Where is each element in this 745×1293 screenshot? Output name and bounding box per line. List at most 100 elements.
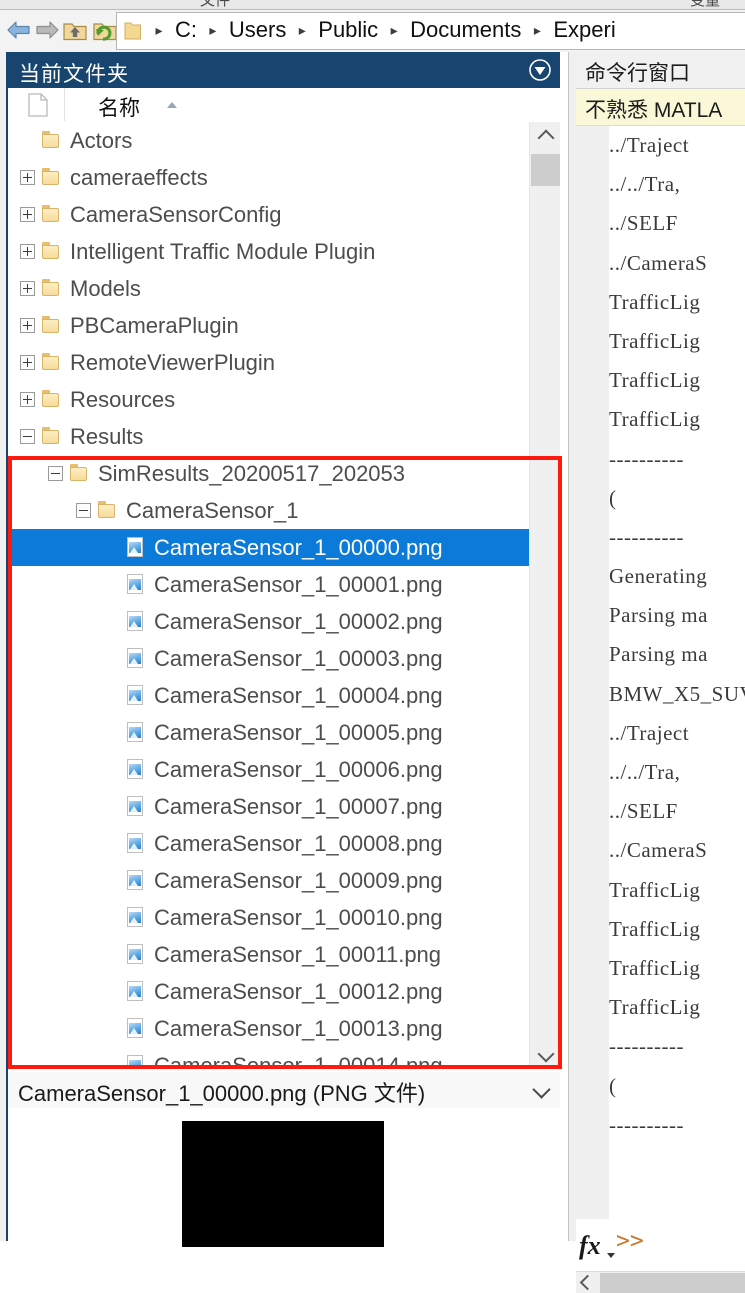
folder-icon (42, 167, 64, 188)
breadcrumb-c[interactable]: C: (173, 13, 199, 47)
tree-item[interactable]: PBCameraPlugin (8, 307, 529, 344)
tree-item[interactable]: CameraSensor_1_00003.png (8, 640, 529, 677)
collapse-icon[interactable] (48, 466, 63, 481)
tree-item-label: CameraSensor_1_00002.png (154, 609, 443, 634)
command-output-line: TrafficLig (609, 916, 701, 941)
tree-item[interactable]: Resources (8, 381, 529, 418)
expand-icon[interactable] (20, 170, 35, 185)
tree-item-label: RemoteViewerPlugin (70, 350, 276, 375)
menu-item-variable[interactable]: 变量 (690, 0, 720, 9)
command-window-gutter (576, 126, 609, 1219)
command-window-horizontal-scrollbar[interactable] (576, 1271, 745, 1293)
tree-item[interactable]: CameraSensor_1_00005.png (8, 714, 529, 751)
tree-vertical-scrollbar[interactable] (529, 122, 560, 1069)
tree-item[interactable]: CameraSensorConfig (8, 196, 529, 233)
tree-item-label: Resources (70, 387, 176, 412)
tree-item[interactable]: cameraeffects (8, 159, 529, 196)
tree-item[interactable]: CameraSensor_1_00008.png (8, 825, 529, 862)
tree-item[interactable]: CameraSensor_1_00000.png (8, 529, 529, 566)
sort-ascending-icon (167, 102, 177, 108)
breadcrumb-users[interactable]: Users (227, 13, 288, 47)
command-prompt[interactable]: >> (616, 1228, 644, 1254)
tree-item-label: CameraSensor_1_00004.png (154, 683, 443, 708)
png-image-icon (126, 611, 148, 632)
address-bar[interactable]: ▸ C: ▸ Users ▸ Public ▸ Documents ▸ Expe… (116, 12, 745, 50)
menu-item-file[interactable]: 文件 (200, 0, 230, 9)
tree-item-label: CameraSensor_1_00006.png (154, 757, 443, 782)
tree-item[interactable]: CameraSensor_1_00002.png (8, 603, 529, 640)
breadcrumb-documents[interactable]: Documents (408, 13, 523, 47)
arrow-left-icon[interactable] (6, 17, 32, 43)
png-image-icon (126, 648, 148, 669)
command-window-output[interactable]: ../Traject ../../Tra, ../SELF ../CameraS Tra… (609, 126, 745, 1186)
tree-item-label: Models (70, 276, 141, 301)
breadcrumb-experiments[interactable]: Experi (551, 13, 617, 47)
png-image-icon (126, 796, 148, 817)
expand-icon[interactable] (20, 392, 35, 407)
tree-item[interactable]: CameraSensor_1_00007.png (8, 788, 529, 825)
command-output-line: Generating (609, 564, 708, 589)
png-image-icon (126, 981, 148, 1002)
expand-icon[interactable] (20, 318, 35, 333)
collapse-icon[interactable] (20, 429, 35, 444)
scroll-up-button[interactable] (530, 122, 561, 150)
tree-item[interactable]: CameraSensor_1_00001.png (8, 566, 529, 603)
tree-item[interactable]: CameraSensor_1_00009.png (8, 862, 529, 899)
command-output-line: ../../Tra, (609, 172, 681, 197)
folder-up-icon[interactable] (62, 17, 88, 43)
column-header-name-cell[interactable]: 名称 (65, 88, 560, 121)
tree-item[interactable]: CameraSensor_1 (8, 492, 529, 529)
chevron-left-icon[interactable] (579, 1274, 596, 1291)
hscrollbar-thumb[interactable] (600, 1273, 745, 1293)
chevron-down-icon[interactable] (532, 1080, 551, 1099)
expand-icon[interactable] (20, 244, 35, 259)
tree-item[interactable]: CameraSensor_1_00006.png (8, 751, 529, 788)
command-prompt-row[interactable]: fx >> (576, 1227, 745, 1269)
tree-item[interactable]: CameraSensor_1_00011.png (8, 936, 529, 973)
tree-item[interactable]: CameraSensor_1_00010.png (8, 899, 529, 936)
expand-icon[interactable] (20, 355, 35, 370)
chevron-up-icon (537, 129, 555, 147)
folder-icon (42, 426, 64, 447)
tree-item[interactable]: CameraSensor_1_00013.png (8, 1010, 529, 1047)
tree-item[interactable]: Results (8, 418, 529, 455)
command-output-line: TrafficLig (609, 368, 701, 393)
arrow-right-icon[interactable] (34, 17, 60, 43)
png-image-icon (126, 833, 148, 854)
preview-header[interactable]: CameraSensor_1_00000.png (PNG 文件) (8, 1072, 560, 1109)
column-header-icon-cell[interactable] (8, 88, 65, 121)
tree-item[interactable]: Models (8, 270, 529, 307)
collapse-icon[interactable] (76, 503, 91, 518)
command-window-notice[interactable]: 不熟悉 MATLA (576, 89, 745, 126)
scroll-down-button[interactable] (530, 1041, 561, 1069)
scrollbar-thumb[interactable] (531, 154, 560, 186)
fx-icon[interactable]: fx (579, 1231, 601, 1261)
breadcrumb-separator: ▸ (209, 22, 217, 38)
command-window-title: 命令行窗口 (585, 62, 690, 85)
current-folder-title: 当前文件夹 (19, 63, 129, 86)
panel-left-accent (0, 52, 8, 1241)
command-output-line: ( (609, 1073, 617, 1098)
tree-item[interactable]: SimResults_20200517_202053 (8, 455, 529, 492)
tree-item-label: CameraSensor_1_00010.png (154, 905, 443, 930)
folder-browse-icon[interactable] (92, 17, 118, 43)
tree-item-label: CameraSensor_1_00007.png (154, 794, 443, 819)
command-window-panel: 命令行窗口 不熟悉 MATLA ../Traject ../../Tra, ../S… (568, 52, 745, 1293)
folder-icon (42, 352, 64, 373)
tree-item[interactable]: Actors (8, 122, 529, 159)
tree-item[interactable]: CameraSensor_1_00012.png (8, 973, 529, 1010)
command-output-line: ---------- (609, 524, 684, 549)
dock-arrow-icon[interactable] (529, 59, 551, 81)
expand-icon[interactable] (20, 207, 35, 222)
tree-item[interactable]: CameraSensor_1_00004.png (8, 677, 529, 714)
chevron-down-icon[interactable] (607, 1253, 615, 1258)
tree-item[interactable]: RemoteViewerPlugin (8, 344, 529, 381)
breadcrumb-public[interactable]: Public (316, 13, 380, 47)
tree-item[interactable]: CameraSensor_1_00014.png (8, 1047, 529, 1069)
command-window-left-gutter (569, 52, 576, 1241)
tree-item[interactable]: Intelligent Traffic Module Plugin (8, 233, 529, 270)
folder-tree[interactable]: Actors cameraeffects CameraSensorConfig Int… (8, 122, 560, 1069)
command-output-line: Parsing ma (609, 603, 708, 628)
breadcrumb-separator: ▸ (533, 22, 541, 38)
expand-icon[interactable] (20, 281, 35, 296)
